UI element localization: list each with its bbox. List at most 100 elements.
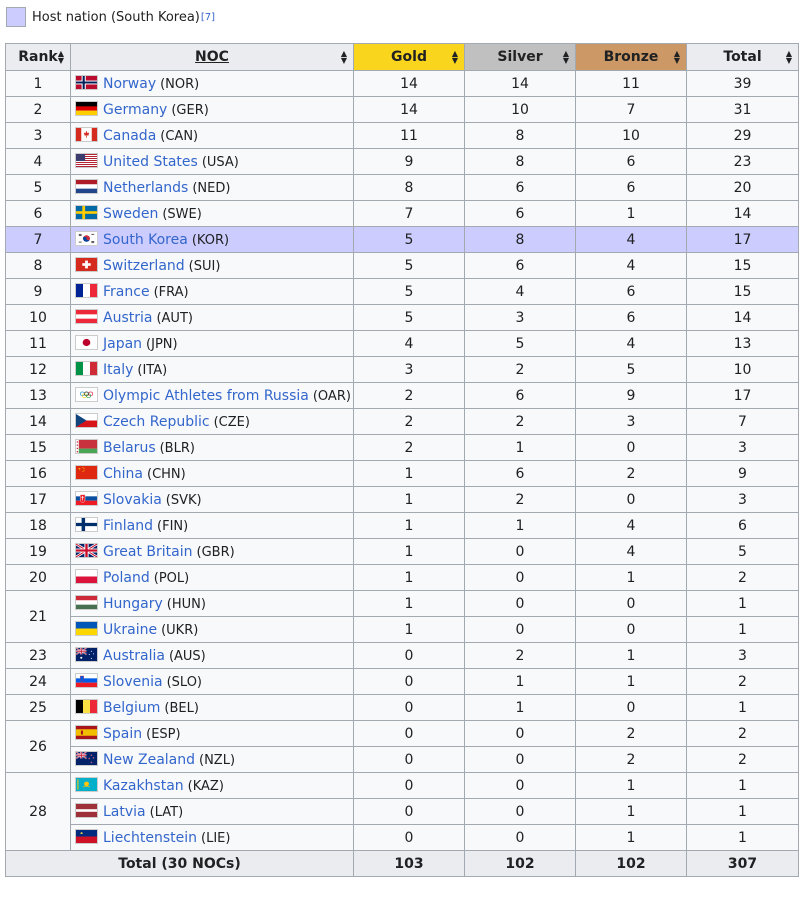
country-link[interactable]: Netherlands	[103, 180, 188, 196]
sort-icon[interactable]: ▲ ▼	[785, 50, 793, 65]
country-link[interactable]: Finland	[103, 518, 153, 534]
gold-count: 0	[353, 668, 465, 695]
country-link[interactable]: Slovenia	[103, 674, 163, 690]
noc-header[interactable]: NOC ▲ ▼	[70, 43, 354, 71]
country-link[interactable]: Australia	[103, 648, 165, 664]
bronze-count: 6	[575, 148, 687, 175]
table-row: 21 Hungary (HUN) 1 0 0 1	[5, 590, 799, 643]
bronze-header[interactable]: Bronze ▲ ▼	[575, 43, 687, 71]
japan-flag-icon[interactable]	[75, 335, 98, 350]
slovakia-flag-icon[interactable]	[75, 491, 98, 506]
usa-flag-icon[interactable]	[75, 153, 98, 168]
rank-cell: 21	[5, 590, 71, 643]
kazakhstan-flag-icon[interactable]	[75, 777, 98, 792]
poland-flag-icon[interactable]	[75, 569, 98, 584]
sort-icon[interactable]: ▲ ▼	[57, 50, 65, 65]
noc-cell: Japan (JPN)	[70, 330, 354, 357]
country-link[interactable]: Canada	[103, 128, 156, 144]
country-link[interactable]: South Korea	[103, 232, 188, 248]
country-link[interactable]: New Zealand	[103, 752, 195, 768]
total-count: 2	[686, 564, 799, 591]
hungary-flag-icon[interactable]	[75, 595, 98, 610]
country-link[interactable]: France	[103, 284, 150, 300]
new-zealand-flag-icon[interactable]	[75, 751, 98, 766]
czech-flag-icon[interactable]	[75, 413, 98, 428]
country-link[interactable]: Germany	[103, 102, 167, 118]
country-link[interactable]: Italy	[103, 362, 133, 378]
bronze-count: 3	[575, 408, 687, 435]
country-link[interactable]: Kazakhstan	[103, 778, 184, 794]
olympic-rings-flag-icon[interactable]	[75, 387, 98, 402]
sort-icon[interactable]: ▲ ▼	[562, 50, 570, 65]
country-link[interactable]: Switzerland	[103, 258, 185, 274]
country-link[interactable]: Latvia	[103, 804, 146, 820]
total-count: 2	[686, 746, 799, 773]
noc-cell: Netherlands (NED)	[70, 174, 354, 201]
latvia-flag-icon[interactable]	[75, 803, 98, 818]
rank-cell: 10	[5, 304, 71, 331]
austria-flag-icon[interactable]	[75, 309, 98, 324]
slovenia-flag-icon[interactable]	[75, 673, 98, 688]
belgium-flag-icon[interactable]	[75, 699, 98, 714]
country-link[interactable]: Liechtenstein	[103, 830, 197, 846]
noc-cell: Liechtenstein (LIE)	[70, 824, 354, 851]
liechtenstein-flag-icon[interactable]	[75, 829, 98, 844]
gold-count: 2	[353, 382, 465, 409]
gold-header[interactable]: Gold ▲ ▼	[353, 43, 465, 71]
south-korea-flag-icon[interactable]	[75, 231, 98, 246]
country-link[interactable]: Great Britain	[103, 544, 193, 560]
country-link[interactable]: Sweden	[103, 206, 158, 222]
country-link[interactable]: Ukraine	[103, 622, 157, 638]
country-link[interactable]: Japan	[103, 336, 142, 352]
country-link[interactable]: Olympic Athletes from Russia	[103, 388, 309, 404]
italy-flag-icon[interactable]	[75, 361, 98, 376]
germany-flag-icon[interactable]	[75, 101, 98, 116]
netherlands-flag-icon[interactable]	[75, 179, 98, 194]
country-link[interactable]: Czech Republic	[103, 414, 210, 430]
country-link[interactable]: Austria	[103, 310, 152, 326]
country-link[interactable]: Slovakia	[103, 492, 162, 508]
gold-count: 1	[353, 460, 465, 487]
rank-header[interactable]: Rank ▲ ▼	[5, 43, 71, 71]
country-link[interactable]: Belgium	[103, 700, 160, 716]
great-britain-flag-icon[interactable]	[75, 543, 98, 558]
total-count: 2	[686, 668, 799, 695]
noc-cell: Sweden (SWE)	[70, 200, 354, 227]
total-header[interactable]: Total ▲ ▼	[686, 43, 799, 71]
total-count: 2	[686, 720, 799, 747]
country-code: (NOR)	[160, 76, 200, 92]
canada-flag-icon[interactable]	[75, 127, 98, 142]
sort-icon[interactable]: ▲ ▼	[340, 50, 348, 65]
bronze-count: 5	[575, 356, 687, 383]
finland-flag-icon[interactable]	[75, 517, 98, 532]
australia-flag-icon[interactable]	[75, 647, 98, 662]
china-flag-icon[interactable]	[75, 465, 98, 480]
belarus-flag-icon[interactable]	[75, 439, 98, 454]
silver-header[interactable]: Silver ▲ ▼	[464, 43, 576, 71]
sweden-flag-icon[interactable]	[75, 205, 98, 220]
country-link[interactable]: Belarus	[103, 440, 156, 456]
total-count: 15	[686, 252, 799, 279]
country-link[interactable]: Spain	[103, 726, 142, 742]
table-row: 11 Japan (JPN) 4 5 4 13	[5, 330, 799, 357]
ukraine-flag-icon[interactable]	[75, 621, 98, 636]
spain-flag-icon[interactable]	[75, 725, 98, 740]
switzerland-flag-icon[interactable]	[75, 257, 98, 272]
country-link[interactable]: Norway	[103, 76, 156, 92]
gold-count: 0	[353, 746, 465, 773]
noc-header-label[interactable]: NOC	[195, 49, 229, 65]
country-link[interactable]: China	[103, 466, 143, 482]
france-flag-icon[interactable]	[75, 283, 98, 298]
silver-count: 8	[464, 226, 576, 253]
rank-cell: 17	[5, 486, 71, 513]
country-link[interactable]: Hungary	[103, 596, 163, 612]
gold-count: 2	[353, 434, 465, 461]
noc-cell: Hungary (HUN)	[70, 590, 354, 617]
country-link[interactable]: United States	[103, 154, 198, 170]
sort-icon[interactable]: ▲ ▼	[673, 50, 681, 65]
norway-flag-icon[interactable]	[75, 75, 98, 90]
country-link[interactable]: Poland	[103, 570, 150, 586]
silver-count: 1	[464, 694, 576, 721]
sort-icon[interactable]: ▲ ▼	[451, 50, 459, 65]
reference-link[interactable]: [7]	[201, 12, 215, 23]
